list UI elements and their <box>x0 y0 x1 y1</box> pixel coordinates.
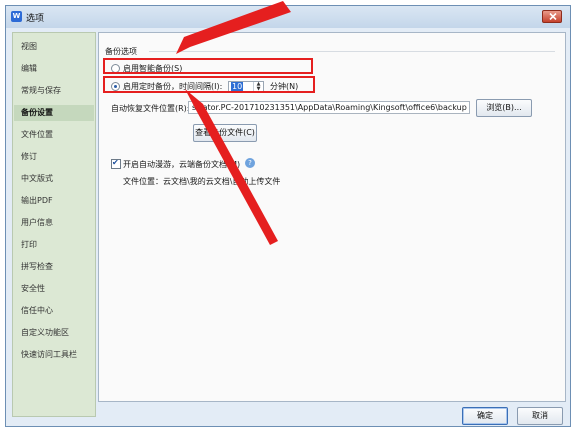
close-button[interactable] <box>542 10 562 23</box>
sidebar-item-security[interactable]: 安全性 <box>21 281 45 297</box>
browse-button[interactable]: 浏览(B)... <box>476 99 532 117</box>
sidebar-item-user-info[interactable]: 用户信息 <box>21 215 53 231</box>
roaming-checkbox[interactable]: ✔ <box>111 158 121 169</box>
restore-path-field[interactable]: strator.PC-201710231351\AppData\Roaming\… <box>188 101 470 114</box>
sidebar-item-view[interactable]: 视图 <box>21 39 37 55</box>
view-backup-button[interactable]: 查看备份文件(C) <box>193 124 257 142</box>
sidebar-item-edit[interactable]: 编辑 <box>21 61 37 77</box>
wps-app-icon: W <box>11 11 22 22</box>
close-icon <box>549 13 557 20</box>
sidebar-item-chinese-layout[interactable]: 中文版式 <box>21 171 53 187</box>
ok-button[interactable]: 确定 <box>462 407 508 425</box>
sidebar-item-export-pdf[interactable]: 输出PDF <box>21 193 53 209</box>
restore-location-label: 自动恢复文件位置(R): <box>111 104 190 113</box>
sidebar-item-backup[interactable]: 备份设置 <box>14 105 94 121</box>
group-divider <box>149 51 555 52</box>
category-sidebar: 视图 编辑 常规与保存 备份设置 文件位置 修订 中文版式 输出PDF 用户信息… <box>12 32 96 417</box>
options-dialog: W 选项 视图 编辑 常规与保存 备份设置 文件位置 修订 中文版式 输出PDF… <box>5 5 571 427</box>
settings-panel: 备份选项 启用智能备份(S) 启用定时备份，时间间隔(I): 10 ▲ ▼ 分钟… <box>98 32 566 402</box>
cloud-file-location: 文件位置：云文档\我的云文档\自动上传文件 <box>123 177 281 186</box>
sidebar-item-quick-access-toolbar[interactable]: 快速访问工具栏 <box>21 347 77 363</box>
cancel-button[interactable]: 取消 <box>517 407 563 425</box>
roaming-label[interactable]: 开启自动漫游，云端备份文档(M) <box>123 159 240 170</box>
sidebar-item-customize-ribbon[interactable]: 自定义功能区 <box>21 325 69 341</box>
sidebar-item-general-save[interactable]: 常规与保存 <box>21 83 61 99</box>
sidebar-item-revision[interactable]: 修订 <box>21 149 37 165</box>
title-bar[interactable]: W 选项 <box>6 6 570 28</box>
backup-group-title: 备份选项 <box>105 47 137 56</box>
check-icon: ✔ <box>112 158 119 167</box>
timed-backup-highlight <box>103 76 315 93</box>
smart-backup-highlight <box>103 58 313 74</box>
sidebar-item-trust-center[interactable]: 信任中心 <box>21 303 53 319</box>
sidebar-item-file-location[interactable]: 文件位置 <box>21 127 53 143</box>
window-title: 选项 <box>26 14 45 24</box>
sidebar-item-spell-check[interactable]: 拼写检查 <box>21 259 53 275</box>
help-icon[interactable]: ? <box>245 158 255 168</box>
sidebar-item-print[interactable]: 打印 <box>21 237 37 253</box>
